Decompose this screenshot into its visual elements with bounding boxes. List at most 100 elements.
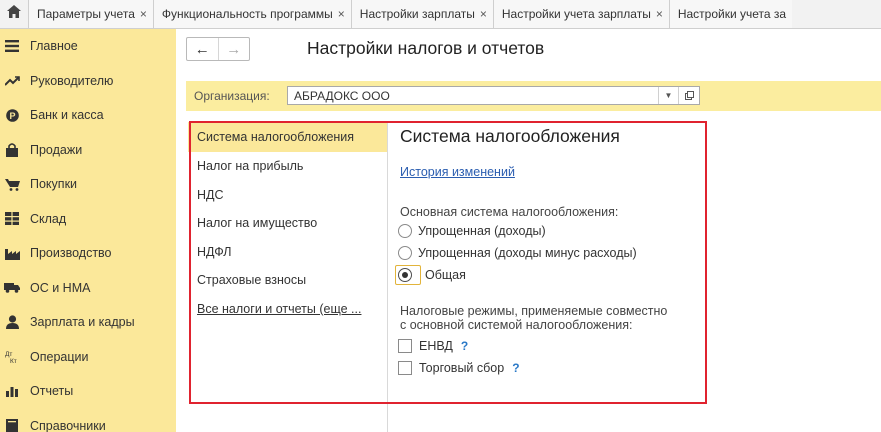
sidebar-item-label: Зарплата и кадры <box>30 315 135 330</box>
svg-text:P: P <box>9 111 15 121</box>
main-area: ← → Настройки налогов и отчетов Организа… <box>176 29 881 432</box>
section-vat[interactable]: НДС <box>188 181 387 210</box>
radio-usn-income-expenses[interactable]: Упрощенная (доходы минус расходы) <box>398 246 637 260</box>
person-icon <box>4 314 20 330</box>
tab-accounting-params[interactable]: Параметры учета × <box>29 0 154 28</box>
sidebar-item-purchases[interactable]: Покупки <box>0 167 176 202</box>
svg-text:Кт: Кт <box>10 358 17 364</box>
tab-salary-accounting-settings[interactable]: Настройки учета зарплаты × <box>493 0 670 28</box>
tax-system-panel: Система налогообложения История изменени… <box>395 122 878 422</box>
tab-label: Настройки учета за <box>677 7 787 21</box>
tab-functionality[interactable]: Функциональность программы × <box>153 0 352 28</box>
close-icon[interactable]: × <box>480 7 487 21</box>
forward-button[interactable]: → <box>217 38 250 60</box>
navigation-buttons: ← → <box>186 37 250 61</box>
arrow-left-icon: ← <box>194 40 210 58</box>
sections-list: Система налогообложения Налог на прибыль… <box>188 122 388 432</box>
open-icon[interactable] <box>678 87 699 104</box>
history-link[interactable]: История изменений <box>400 165 515 179</box>
checkbox[interactable] <box>398 361 412 375</box>
sidebar-item-label: Банк и касса <box>30 108 104 123</box>
section-label: Система налогообложения <box>197 130 355 144</box>
section-label: Налог на прибыль <box>197 159 304 174</box>
section-label: Страховые взносы <box>197 273 307 288</box>
help-icon[interactable]: ? <box>512 361 519 375</box>
organization-label: Организация: <box>194 89 270 103</box>
tab-salary-settings[interactable]: Настройки зарплаты × <box>351 0 494 28</box>
dt-kt-icon: Дт Кт <box>4 349 20 365</box>
section-all-taxes-link[interactable]: Все налоги и отчеты (еще ... <box>188 295 387 324</box>
checkbox-trade-fee[interactable]: Торговый сбор ? <box>398 361 520 375</box>
close-icon[interactable]: × <box>140 7 147 21</box>
tab-label: Параметры учета <box>37 7 135 21</box>
all-taxes-link[interactable]: Все налоги и отчеты (еще ... <box>197 302 379 316</box>
radio-label: Упрощенная (доходы) <box>418 224 546 238</box>
sidebar-item-label: Отчеты <box>30 384 74 399</box>
regimes-label-line1: Налоговые режимы, применяемые совместно <box>400 304 668 318</box>
radio-button[interactable] <box>398 224 412 238</box>
tab-bar: Параметры учета × Функциональность прогр… <box>0 0 881 29</box>
sidebar-item-catalogs[interactable]: Справочники <box>0 409 176 432</box>
sidebar-item-salary-hr[interactable]: Зарплата и кадры <box>0 305 176 340</box>
checkbox-envd[interactable]: ЕНВД ? <box>398 339 468 353</box>
home-button[interactable] <box>0 0 29 28</box>
book-icon <box>4 418 20 432</box>
section-label: Налог на имущество <box>197 216 318 231</box>
section-title: Система налогообложения <box>400 126 620 146</box>
section-label: НДФЛ <box>197 244 232 259</box>
sidebar-item-operations[interactable]: Дт Кт Операции <box>0 340 176 375</box>
organization-value: АБРАДОКС ООО <box>294 89 390 103</box>
radio-label: Упрощенная (доходы минус расходы) <box>418 246 637 260</box>
section-profit-tax[interactable]: Налог на прибыль <box>188 152 387 181</box>
section-label: НДС <box>197 187 224 202</box>
section-insurance[interactable]: Страховые взносы <box>188 266 387 295</box>
tab-label: Настройки учета зарплаты <box>501 7 651 21</box>
truck-icon <box>4 280 20 296</box>
factory-icon <box>4 245 20 261</box>
tab-label: Функциональность программы <box>161 7 333 21</box>
arrow-right-icon: → <box>226 40 242 58</box>
section-property-tax[interactable]: Налог на имущество <box>188 209 387 238</box>
close-icon[interactable]: × <box>338 7 345 21</box>
bag-icon <box>4 142 20 158</box>
radio-general[interactable]: Общая <box>395 265 466 285</box>
sidebar-item-production[interactable]: Производство <box>0 236 176 271</box>
sidebar-item-reports[interactable]: Отчеты <box>0 374 176 409</box>
tab-label: Настройки зарплаты <box>359 7 475 21</box>
help-icon[interactable]: ? <box>461 339 468 353</box>
menu-icon <box>4 38 20 54</box>
radio-button[interactable] <box>398 246 412 260</box>
sidebar-item-label: Справочники <box>30 418 106 432</box>
sidebar-item-label: Покупки <box>30 177 78 192</box>
sidebar-item-label: Главное <box>30 39 78 54</box>
sidebar-item-fixed-assets[interactable]: ОС и НМА <box>0 271 176 306</box>
sidebar-item-warehouse[interactable]: Склад <box>0 202 176 237</box>
radio-button-selected[interactable] <box>398 268 412 282</box>
sidebar-item-bank[interactable]: P Банк и касса <box>0 98 176 133</box>
back-button[interactable]: ← <box>187 38 218 60</box>
sidebar-item-manager[interactable]: Руководителю <box>0 64 176 99</box>
coin-icon: P <box>4 107 20 123</box>
sidebar-item-label: Операции <box>30 349 89 364</box>
radio-focus-frame <box>395 265 421 285</box>
sidebar-item-sales[interactable]: Продажи <box>0 133 176 168</box>
sidebar-item-main[interactable]: Главное <box>0 29 176 64</box>
main-system-label: Основная система налогообложения: <box>400 205 619 219</box>
radio-usn-income[interactable]: Упрощенная (доходы) <box>398 224 546 238</box>
home-icon <box>7 5 21 23</box>
organization-field[interactable]: АБРАДОКС ООО ▼ <box>287 86 700 105</box>
sidebar-item-label: Продажи <box>30 142 83 157</box>
regimes-label-line2: с основной системой налогообложения: <box>400 318 633 332</box>
trend-icon <box>4 73 20 89</box>
section-ndfl[interactable]: НДФЛ <box>188 238 387 267</box>
tab-accounting-settings-truncated[interactable]: Настройки учета за <box>669 0 793 28</box>
sidebar-item-label: Склад <box>30 211 67 226</box>
checkbox-label: ЕНВД <box>419 339 453 353</box>
page-title: Настройки налогов и отчетов <box>307 38 545 58</box>
section-tax-system[interactable]: Система налогообложения <box>188 122 387 152</box>
close-icon[interactable]: × <box>656 7 663 21</box>
radio-label: Общая <box>425 268 466 282</box>
sidebar-item-label: Руководителю <box>30 73 114 88</box>
chevron-down-icon[interactable]: ▼ <box>658 87 678 104</box>
checkbox[interactable] <box>398 339 412 353</box>
